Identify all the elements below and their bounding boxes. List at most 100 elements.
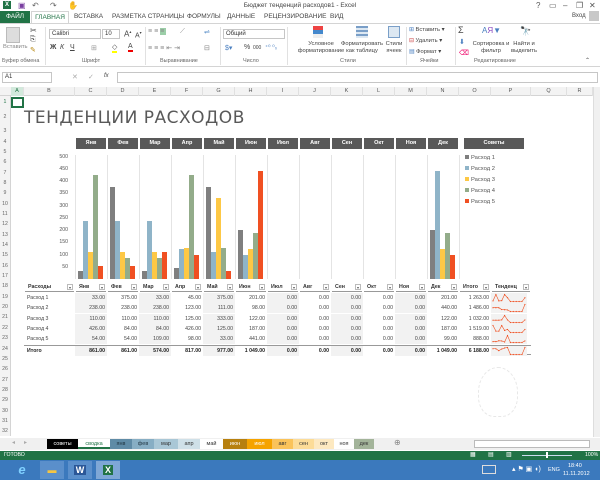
cell[interactable]: Расход 2 <box>24 303 75 314</box>
row-header-1[interactable]: 1 <box>0 99 10 105</box>
row-header-22[interactable]: 22 <box>0 325 10 331</box>
filter-dropdown-icon[interactable]: ▾ <box>291 284 297 290</box>
row-header-10[interactable]: 10 <box>0 201 10 207</box>
table-header-13[interactable]: Дек ▾ <box>428 283 458 292</box>
table-header-14[interactable]: Итого ▾ <box>460 283 490 292</box>
row-header-9[interactable]: 9 <box>0 190 10 196</box>
file-explorer-icon[interactable]: ▬ <box>40 461 64 479</box>
column-header-c[interactable]: C <box>75 87 107 96</box>
currency-icon[interactable]: $▾ <box>225 44 232 52</box>
format-cells-button[interactable]: ▤ Формат ▾ <box>409 49 441 55</box>
column-header-k[interactable]: K <box>331 87 363 96</box>
clock-date[interactable]: 11.11.2012 <box>563 471 590 477</box>
number-format-select[interactable]: Общий <box>223 29 285 39</box>
tab-insert[interactable]: ВСТАВКА <box>74 13 103 20</box>
insert-cells-button[interactable]: ⊞ Вставить ▾ <box>409 27 445 33</box>
minimize-button[interactable]: – <box>563 1 567 10</box>
row-header-14[interactable]: 14 <box>0 242 10 248</box>
sheet-tab-13[interactable]: ноя <box>334 439 354 449</box>
cell[interactable]: 0.00 <box>363 303 395 314</box>
sheet-tab-14[interactable]: дек <box>354 439 374 449</box>
column-header-a[interactable]: A <box>11 87 24 96</box>
sort-filter-button[interactable]: Сортировка и фильтр <box>471 41 511 55</box>
cell[interactable]: 0.00 <box>267 345 299 356</box>
tab-view[interactable]: ВИД <box>330 13 343 20</box>
tab-page-layout[interactable]: РАЗМЕТКА СТРАНИЦЫ <box>112 13 184 20</box>
cell[interactable]: Расход 5 <box>24 334 75 345</box>
delete-cells-button[interactable]: ⊟ Удалить ▾ <box>409 38 442 44</box>
format-as-table-button[interactable]: Форматировать как таблицу <box>339 41 385 55</box>
cell[interactable]: 201.00 <box>427 293 459 303</box>
language-indicator[interactable]: ENG <box>548 467 560 473</box>
sheet-tab-1[interactable]: советы <box>47 439 78 449</box>
cell[interactable]: 0.00 <box>331 303 363 314</box>
name-box[interactable]: A1 <box>2 72 52 83</box>
filter-dropdown-icon[interactable]: ▾ <box>355 284 361 290</box>
borders-icon[interactable]: ⊞ <box>91 44 97 52</box>
filter-dropdown-icon[interactable]: ▾ <box>99 284 105 290</box>
sheet-tab-9[interactable]: июл <box>247 439 272 449</box>
cell[interactable]: 0.00 <box>331 313 363 324</box>
normal-view-icon[interactable]: ▦ <box>470 451 476 458</box>
autosum-button[interactable]: Σ <box>458 25 464 35</box>
cell[interactable]: 0.00 <box>395 345 427 356</box>
sheet-tab-12[interactable]: окт <box>314 439 334 449</box>
cell[interactable]: 0.00 <box>267 324 299 335</box>
cell[interactable]: 98.00 <box>235 303 267 314</box>
column-header-d[interactable]: D <box>107 87 139 96</box>
filter-dropdown-icon[interactable]: ▾ <box>227 284 233 290</box>
decrease-font-icon[interactable]: A▾ <box>135 30 142 39</box>
cell[interactable]: Расход 3 <box>24 313 75 324</box>
cell[interactable]: 84.00 <box>139 324 171 335</box>
table-header-1[interactable]: Расходы ▾ <box>25 283 74 292</box>
cell[interactable]: 333.00 <box>203 313 235 324</box>
row-header-19[interactable]: 19 <box>0 294 10 300</box>
filter-dropdown-icon[interactable]: ▾ <box>259 284 265 290</box>
sheet-tab-6[interactable]: апр <box>178 439 200 449</box>
cell[interactable]: 0.00 <box>395 293 427 303</box>
cell[interactable]: 0.00 <box>299 313 331 324</box>
filter-dropdown-icon[interactable]: ▾ <box>163 284 169 290</box>
row-header-20[interactable]: 20 <box>0 304 10 310</box>
scroll-tabs-left-icon[interactable]: ◂ <box>12 439 15 446</box>
cell[interactable]: 110.00 <box>107 313 139 324</box>
cell[interactable]: 375.00 <box>203 293 235 303</box>
cell[interactable]: 426.00 <box>75 324 107 335</box>
collapse-ribbon-icon[interactable]: ⌃ <box>585 58 590 64</box>
cell[interactable]: 1 263.00 <box>459 293 491 303</box>
cell[interactable]: 33.00 <box>203 334 235 345</box>
cell[interactable]: 1 486.00 <box>459 303 491 314</box>
row-header-21[interactable]: 21 <box>0 314 10 320</box>
formula-input[interactable] <box>117 72 598 83</box>
table-header-8[interactable]: Июл ▾ <box>268 283 298 292</box>
cell[interactable]: 201.00 <box>235 293 267 303</box>
cell[interactable]: 0.00 <box>331 334 363 345</box>
zoom-slider-thumb[interactable] <box>546 452 548 458</box>
row-header-29[interactable]: 29 <box>0 397 10 403</box>
cell[interactable]: 45.00 <box>171 293 203 303</box>
horizontal-scrollbar[interactable] <box>474 440 590 448</box>
cell[interactable]: 187.00 <box>235 324 267 335</box>
row-header-28[interactable]: 28 <box>0 387 10 393</box>
cell[interactable]: 0.00 <box>363 345 395 356</box>
cell[interactable]: 375.00 <box>107 293 139 303</box>
cell[interactable]: 6 188.00 <box>459 345 491 356</box>
clear-icon[interactable]: ⌫ <box>459 49 469 57</box>
tray-icons[interactable]: ▴ ⚑ ▣ ◖) <box>512 465 541 473</box>
restore-button[interactable]: ❐ <box>576 1 583 10</box>
cell[interactable]: 817.00 <box>171 345 203 356</box>
row-header-18[interactable]: 18 <box>0 283 10 289</box>
row-header-2[interactable]: 2 <box>0 114 10 120</box>
filter-dropdown-icon[interactable]: ▾ <box>323 284 329 290</box>
cell[interactable]: 0.00 <box>395 313 427 324</box>
cell[interactable]: 1 049.00 <box>427 345 459 356</box>
conditional-formatting-icon[interactable] <box>313 26 323 38</box>
sheet-tab-4[interactable]: фев <box>132 439 154 449</box>
tab-file[interactable]: ФАЙЛ <box>0 11 30 23</box>
row-header-27[interactable]: 27 <box>0 377 10 383</box>
format-as-table-icon[interactable] <box>356 26 368 38</box>
table-header-7[interactable]: Июн ▾ <box>236 283 266 292</box>
vertical-scrollbar[interactable] <box>593 87 600 437</box>
row-header-11[interactable]: 11 <box>0 211 10 217</box>
cell[interactable]: 122.00 <box>235 313 267 324</box>
